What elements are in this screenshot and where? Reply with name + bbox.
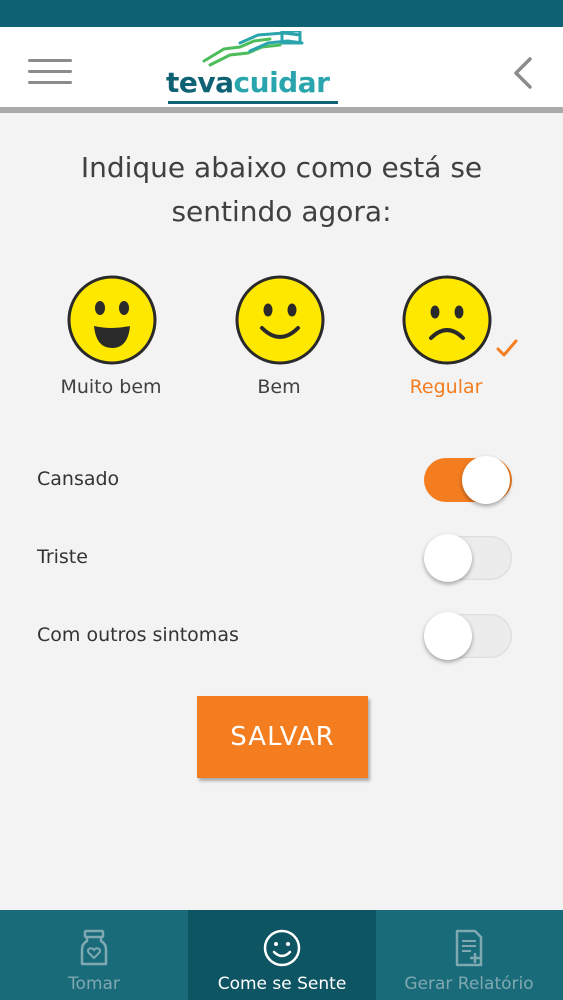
nav-label-come-se-sente: Come se Sente [217,974,347,994]
question-text: Indique abaixo como está se sentindo ago… [0,146,563,234]
mood-option-regular[interactable]: Regular [361,274,531,404]
bottom-navigation: Tomar Come se Sente Gerar Relatório [0,910,563,1000]
symptom-label-outros: Com outros sintomas [37,624,239,646]
checkmark-icon [496,339,518,357]
hamburger-menu-icon[interactable] [28,59,72,85]
mood-label-regular: Regular [409,376,483,398]
hands-logo-icon [202,31,304,67]
logo-text: tevacuidar [166,67,340,99]
nav-item-tomar[interactable]: Tomar [0,910,188,1000]
mood-label-bem: Bem [257,376,301,398]
status-bar [0,0,563,27]
logo-underline [168,101,338,104]
toggle-knob [424,612,472,660]
sad-face-icon [402,275,492,365]
toggle-knob [462,456,510,504]
medicine-bottle-icon [80,929,108,966]
chevron-left-icon[interactable] [508,55,536,91]
symptom-row-cansado: Cansado [0,450,563,510]
toggle-triste[interactable] [424,532,512,584]
nav-label-tomar: Tomar [68,974,120,994]
header-divider [0,107,563,113]
save-button[interactable]: SALVAR [197,696,368,778]
toggle-knob [424,534,472,582]
symptom-label-triste: Triste [37,546,88,568]
app-header: tevacuidar [0,27,563,107]
teva-cuidar-logo: tevacuidar [166,31,340,107]
mood-option-muito-bem[interactable]: Muito bem [26,274,196,404]
nav-item-come-se-sente[interactable]: Come se Sente [188,910,376,1000]
mood-option-bem[interactable]: Bem [194,274,364,404]
question-line-1: Indique abaixo como está se [80,151,483,184]
question-line-2: sentindo agora: [171,195,392,228]
toggle-outros-sintomas[interactable] [424,610,512,662]
smile-icon [263,929,301,967]
logo-text-teva: teva [166,66,234,99]
symptom-row-outros: Com outros sintomas [0,606,563,666]
mood-label-muito-bem: Muito bem [60,376,162,398]
logo-text-cuidar: cuidar [233,66,330,99]
nav-item-gerar-relatorio[interactable]: Gerar Relatório [375,910,563,1000]
smile-face-icon [235,275,325,365]
report-icon [455,929,483,967]
big-smile-face-icon [67,275,157,365]
toggle-cansado[interactable] [424,454,512,506]
symptom-label-cansado: Cansado [37,468,120,490]
nav-label-gerar-relatorio: Gerar Relatório [404,974,534,994]
symptom-row-triste: Triste [0,528,563,588]
